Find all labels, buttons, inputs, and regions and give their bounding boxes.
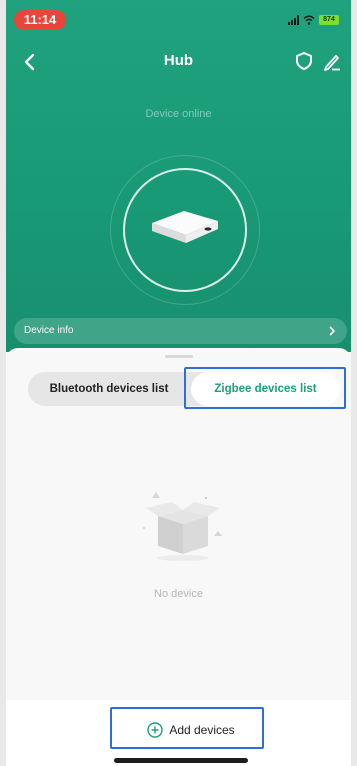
status-icons: 874: [288, 13, 339, 27]
status-time: 11:14: [14, 10, 66, 30]
device-info-bar[interactable]: Device info: [14, 318, 347, 344]
empty-box-icon: [143, 492, 222, 561]
battery-icon: 874: [319, 15, 339, 25]
wifi-icon: [303, 15, 315, 25]
signal-icon: [288, 15, 299, 25]
add-devices-button[interactable]: Add devices: [121, 715, 261, 745]
no-device-text: No device: [154, 588, 203, 600]
device-online-status: Device online: [145, 108, 212, 120]
shield-icon[interactable]: [293, 50, 315, 72]
tab-bluetooth-devices[interactable]: Bluetooth devices list: [28, 372, 190, 406]
bottom-action-bar: Add devices: [6, 700, 351, 766]
hub-device-icon: [152, 211, 218, 243]
nav-actions: [293, 50, 343, 72]
device-info-label: Device info: [24, 325, 74, 336]
chevron-right-icon: [329, 326, 336, 336]
zigbee-tab-highlight-box: [184, 367, 346, 409]
home-indicator: [114, 758, 248, 763]
add-circle-icon: [147, 722, 164, 738]
status-bar: 11:14 874: [6, 0, 351, 36]
add-devices-label: Add devices: [169, 723, 235, 737]
edit-pencil-icon[interactable]: [321, 50, 343, 72]
hub-hero-panel: 11:14 874 Hub Device online Device info: [6, 0, 351, 352]
nav-bar: Hub: [6, 48, 351, 78]
sheet-drag-handle[interactable]: [165, 355, 193, 358]
phone-screen: 11:14 874 Hub Device online Device info …: [6, 0, 351, 766]
